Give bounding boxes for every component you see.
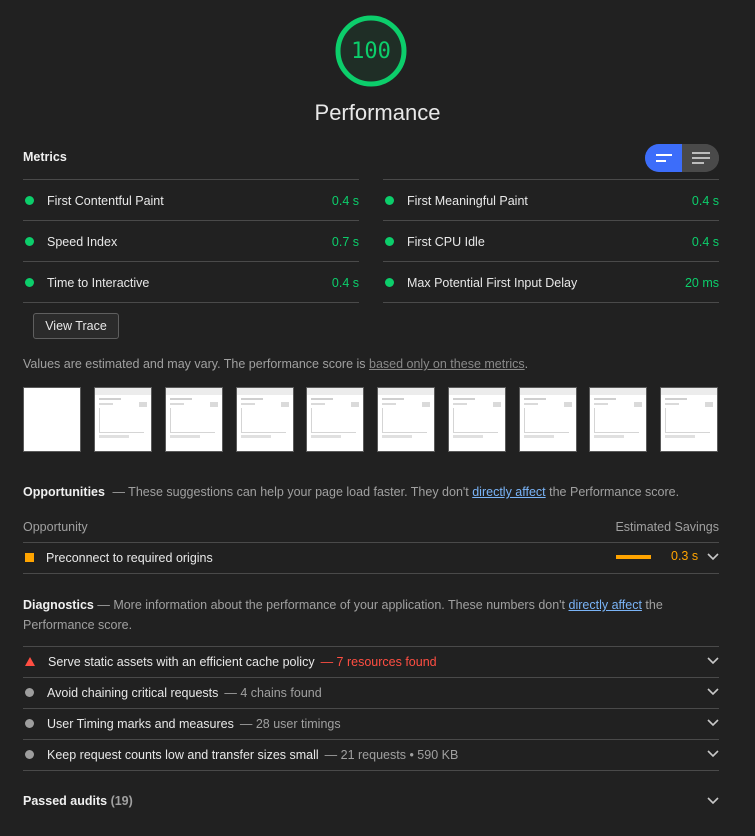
expanded-view-icon — [691, 152, 710, 164]
metric-value: 20 ms — [684, 275, 719, 290]
pass-dot-icon — [25, 237, 34, 246]
diagnostic-request-counts[interactable]: Keep request counts low and transfer siz… — [23, 739, 719, 770]
metrics-heading: Metrics — [23, 150, 67, 164]
opportunity-preconnect[interactable]: Preconnect to required origins — [23, 542, 719, 573]
diagnostic-cache-policy[interactable]: Serve static assets with an efficient ca… — [23, 646, 719, 677]
info-dot-icon — [25, 719, 34, 728]
column-opportunity: Opportunity — [23, 520, 88, 534]
metric-max-potential-fid: Max Potential First Input Delay 20 ms — [383, 262, 719, 303]
diagnostic-label: User Timing marks and measures — [47, 716, 234, 731]
metric-first-contentful-paint: First Contentful Paint 0.4 s — [23, 180, 359, 221]
average-square-icon — [25, 553, 34, 562]
diagnostics-desc: — More information about the performance… — [97, 598, 569, 612]
metric-time-to-interactive: Time to Interactive 0.4 s — [23, 262, 359, 303]
filmstrip-frame — [236, 387, 294, 452]
filmstrip-frame — [448, 387, 506, 452]
chevron-down-icon[interactable] — [707, 553, 719, 561]
fail-triangle-icon — [25, 657, 35, 666]
metric-speed-index: Speed Index 0.7 s — [23, 221, 359, 262]
chevron-down-icon[interactable] — [707, 657, 719, 665]
diagnostic-user-timings[interactable]: User Timing marks and measures — 28 user… — [23, 708, 719, 739]
metric-first-cpu-idle: First CPU Idle 0.4 s — [383, 221, 719, 262]
metric-label: Speed Index — [47, 234, 118, 249]
diagnostic-label: Keep request counts low and transfer siz… — [47, 747, 319, 762]
divider — [23, 770, 719, 771]
score-value: 100 — [351, 38, 391, 64]
pass-dot-icon — [25, 196, 34, 205]
opportunities-desc: — These suggestions can help your page l… — [112, 485, 473, 499]
passed-audits-label: Passed audits — [23, 794, 108, 808]
diagnostic-detail: — 7 resources found — [320, 654, 437, 669]
metric-label: First Meaningful Paint — [407, 193, 528, 208]
compact-view-icon — [655, 154, 672, 162]
filmstrip-frame — [94, 387, 152, 452]
category-title: Performance — [314, 100, 441, 125]
opportunities-header: Opportunities — These suggestions can he… — [23, 485, 679, 499]
diagnostic-detail: — 28 user timings — [239, 716, 341, 731]
performance-score-gauge: 100 — [334, 14, 408, 88]
divider — [23, 573, 719, 574]
info-dot-icon — [25, 688, 34, 697]
disclaimer-text: Values are estimated and may vary. The p… — [23, 357, 369, 371]
diagnostic-detail: — 21 requests • 590 KB — [324, 747, 459, 762]
chevron-down-icon[interactable] — [707, 797, 719, 805]
opportunity-label: Preconnect to required origins — [46, 550, 213, 565]
pass-dot-icon — [385, 196, 394, 205]
diagnostics-header: Diagnostics — More information about the… — [23, 595, 723, 635]
filmstrip-frame — [589, 387, 647, 452]
opportunities-desc-end: the Performance score. — [545, 485, 680, 499]
filmstrip-frame — [165, 387, 223, 452]
disclaimer-end: . — [524, 357, 529, 371]
diagnostic-label: Avoid chaining critical requests — [47, 685, 219, 700]
directly-affect-link[interactable]: directly affect — [472, 485, 545, 499]
metric-label: Time to Interactive — [47, 275, 150, 290]
metric-first-meaningful-paint: First Meaningful Paint 0.4 s — [383, 180, 719, 221]
directly-affect-link[interactable]: directly affect — [569, 598, 642, 612]
pass-dot-icon — [385, 278, 394, 287]
metrics-info-link[interactable]: based only on these metrics — [369, 357, 525, 371]
savings-value: 0.3 s — [671, 549, 699, 563]
metric-value: 0.4 s — [331, 275, 359, 290]
diagnostic-critical-requests[interactable]: Avoid chaining critical requests — 4 cha… — [23, 677, 719, 708]
passed-audits-count: (19) — [110, 794, 133, 808]
metric-label: First Contentful Paint — [47, 193, 164, 208]
pass-dot-icon — [25, 278, 34, 287]
diagnostic-detail: — 4 chains found — [224, 685, 322, 700]
metric-value: 0.4 s — [691, 193, 719, 208]
diagnostic-label: Serve static assets with an efficient ca… — [48, 654, 315, 669]
pass-dot-icon — [385, 237, 394, 246]
filmstrip-frame — [519, 387, 577, 452]
divider — [23, 302, 359, 303]
chevron-down-icon[interactable] — [707, 719, 719, 727]
view-trace-button[interactable]: View Trace — [33, 313, 119, 339]
expanded-view-button[interactable] — [682, 144, 719, 172]
filmstrip-frame — [660, 387, 718, 452]
chevron-down-icon[interactable] — [707, 750, 719, 758]
metrics-view-toggle[interactable] — [645, 144, 719, 172]
savings-bar — [616, 555, 651, 559]
filmstrip-frame — [377, 387, 435, 452]
filmstrip-frame-blank — [23, 387, 81, 452]
diagnostics-title: Diagnostics — [23, 598, 94, 612]
metric-value: 0.4 s — [691, 234, 719, 249]
passed-audits-toggle[interactable]: Passed audits (19) — [23, 794, 133, 808]
chevron-down-icon[interactable] — [707, 688, 719, 696]
info-dot-icon — [25, 750, 34, 759]
compact-view-button[interactable] — [645, 144, 682, 172]
metric-value: 0.4 s — [331, 193, 359, 208]
metric-value: 0.7 s — [331, 234, 359, 249]
opportunities-title: Opportunities — [23, 485, 105, 499]
divider — [383, 302, 719, 303]
metric-label: Max Potential First Input Delay — [407, 275, 578, 290]
filmstrip-frame — [306, 387, 364, 452]
metrics-disclaimer: Values are estimated and may vary. The p… — [23, 357, 528, 371]
column-estimated-savings: Estimated Savings — [615, 520, 719, 534]
metric-label: First CPU Idle — [407, 234, 485, 249]
